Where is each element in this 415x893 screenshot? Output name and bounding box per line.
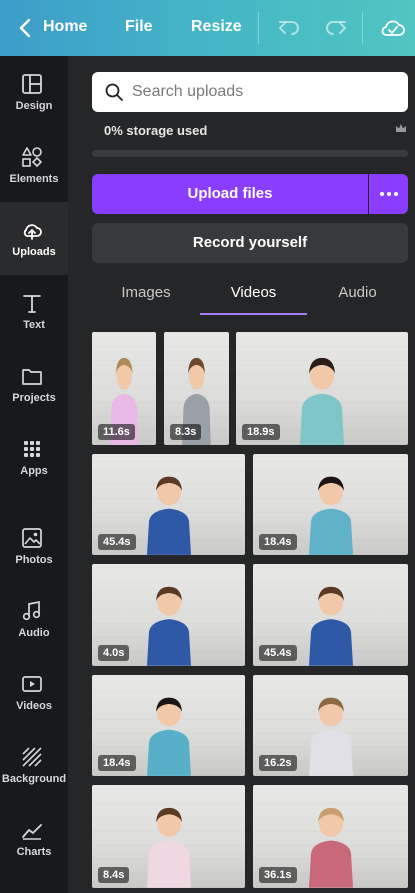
video-thumbnail[interactable]: 11.6s <box>92 332 156 445</box>
video-duration-badge: 45.4s <box>98 534 136 550</box>
tab-audio[interactable]: Audio <box>307 284 408 316</box>
sidebar-item-label: Text <box>23 319 45 331</box>
sidebar: Design Elements Uploads Text Projects Ap… <box>0 56 68 893</box>
video-duration-badge: 36.1s <box>259 867 297 883</box>
sidebar-item-label: Audio <box>18 627 50 639</box>
child-figure-image <box>300 357 344 445</box>
more-dots-icon <box>380 192 384 196</box>
sidebar-item-label: Charts <box>16 846 52 858</box>
sidebar-item-photos[interactable]: Photos <box>0 510 68 583</box>
sidebar-item-uploads[interactable]: Uploads <box>0 202 68 275</box>
video-duration-badge: 16.2s <box>259 755 297 771</box>
apps-grid-icon <box>24 441 40 457</box>
sidebar-item-audio[interactable]: Audio <box>0 583 68 656</box>
sidebar-item-elements[interactable]: Elements <box>0 129 68 202</box>
chevron-left-icon[interactable] <box>14 16 38 40</box>
chart-icon <box>22 824 42 840</box>
layout-icon <box>22 74 42 94</box>
video-icon <box>22 676 42 692</box>
child-figure-image <box>146 476 191 555</box>
video-thumbnail[interactable]: 18.9s <box>236 332 408 445</box>
upload-files-button[interactable]: Upload files <box>92 174 368 214</box>
toolbar-divider <box>258 12 259 44</box>
search-input[interactable] <box>132 72 402 112</box>
folder-icon <box>22 369 42 385</box>
video-duration-badge: 18.4s <box>259 534 297 550</box>
sidebar-item-design[interactable]: Design <box>0 56 68 129</box>
video-duration-badge: 45.4s <box>259 645 297 661</box>
sidebar-item-label: Elements <box>9 173 59 185</box>
video-thumbnail[interactable]: 16.2s <box>253 675 408 776</box>
sidebar-item-label: Videos <box>16 700 52 712</box>
search-box[interactable] <box>92 72 408 112</box>
resize-button[interactable]: Resize <box>191 18 242 36</box>
sidebar-item-label: Apps <box>20 465 48 477</box>
uploads-panel: 0% storage used Upload files Record your… <box>68 56 415 893</box>
music-note-icon <box>22 600 41 621</box>
storage-progress-bar <box>92 150 408 157</box>
child-figure-image <box>308 697 353 776</box>
child-figure-image <box>146 808 191 888</box>
storage-label: 0% storage used <box>104 123 208 138</box>
top-bar: Home File Resize <box>0 0 415 56</box>
video-thumbnail[interactable]: 45.4s <box>253 564 408 666</box>
redo-icon[interactable] <box>323 15 349 41</box>
video-duration-badge: 8.4s <box>98 867 130 883</box>
video-duration-badge: 18.9s <box>242 424 280 440</box>
video-thumbnail[interactable]: 8.4s <box>92 785 245 888</box>
more-dots-icon <box>387 192 391 196</box>
video-thumbnail[interactable]: 8.3s <box>164 332 229 445</box>
video-thumbnail[interactable]: 4.0s <box>92 564 245 666</box>
sidebar-item-text[interactable]: Text <box>0 275 68 348</box>
video-duration-badge: 18.4s <box>98 755 136 771</box>
sidebar-item-label: Photos <box>15 554 53 566</box>
video-thumbnail[interactable]: 36.1s <box>253 785 408 888</box>
sidebar-item-projects[interactable]: Projects <box>0 348 68 421</box>
toolbar-divider <box>362 12 363 44</box>
undo-icon[interactable] <box>276 15 302 41</box>
sidebar-item-charts[interactable]: Charts <box>0 802 68 875</box>
crown-icon <box>396 124 406 132</box>
sidebar-item-background[interactable]: Background <box>0 729 68 802</box>
child-figure-image <box>308 476 353 555</box>
more-options-button[interactable] <box>369 174 408 214</box>
sidebar-item-videos[interactable]: Videos <box>0 656 68 729</box>
record-yourself-button[interactable]: Record yourself <box>92 223 408 263</box>
cloud-check-icon[interactable] <box>380 15 406 41</box>
child-figure-image <box>146 587 191 666</box>
file-menu-button[interactable]: File <box>125 18 153 36</box>
active-tab-indicator <box>200 313 307 315</box>
video-duration-badge: 8.3s <box>170 424 202 440</box>
video-thumbnail[interactable]: 18.4s <box>253 454 408 555</box>
cloud-upload-icon <box>23 224 42 240</box>
more-dots-icon <box>394 192 398 196</box>
sidebar-item-label: Background <box>1 773 67 785</box>
child-figure-image <box>308 587 353 666</box>
video-thumbnail[interactable]: 45.4s <box>92 454 245 555</box>
sidebar-item-label: Projects <box>12 392 56 404</box>
video-duration-badge: 4.0s <box>98 645 130 661</box>
sidebar-item-label: Uploads <box>12 246 56 258</box>
video-duration-badge: 11.6s <box>98 424 135 440</box>
child-figure-image <box>308 808 353 888</box>
tab-images[interactable]: Images <box>92 284 200 316</box>
photo-icon <box>22 528 42 548</box>
home-button[interactable]: Home <box>43 18 87 36</box>
sidebar-item-apps[interactable]: Apps <box>0 421 68 494</box>
search-icon <box>105 83 123 101</box>
text-icon <box>23 295 41 313</box>
video-thumbnail[interactable]: 18.4s <box>92 675 245 776</box>
tab-videos[interactable]: Videos <box>200 284 307 316</box>
hatch-icon <box>22 747 42 767</box>
shapes-icon <box>22 147 43 168</box>
sidebar-item-label: Design <box>15 100 53 112</box>
child-figure-image <box>146 697 191 776</box>
